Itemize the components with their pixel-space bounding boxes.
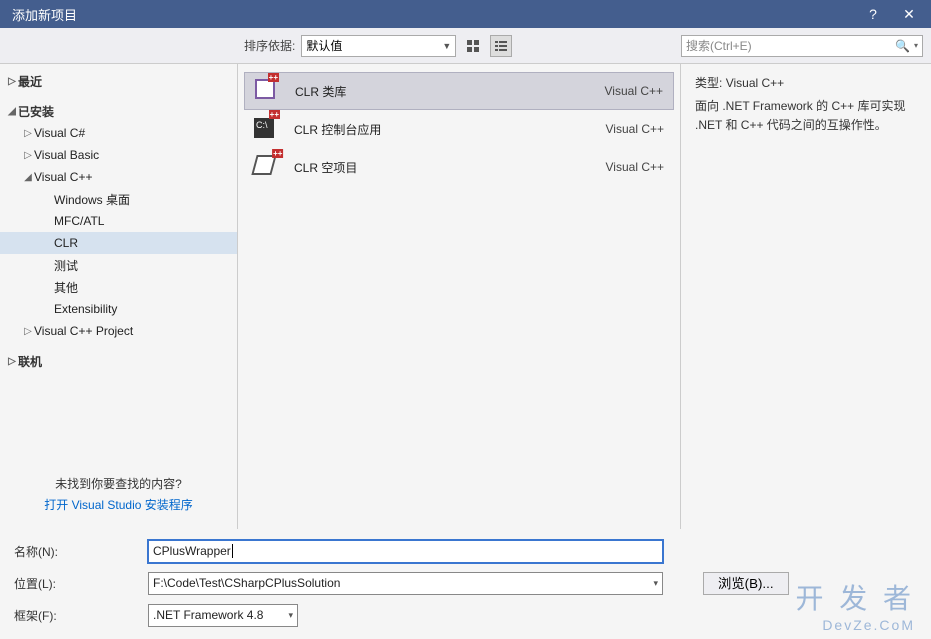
template-lang: Visual C++ — [606, 160, 664, 174]
type-value: Visual C++ — [726, 76, 784, 90]
main-area: ▷最近 ◢已安装 ▷Visual C# ▷Visual Basic ◢Visua… — [0, 64, 931, 529]
location-row: 位置(L): F:\Code\Test\CSharpCPlusSolution … — [14, 569, 919, 597]
name-value: CPlusWrapper — [153, 544, 231, 558]
details-description: 面向 .NET Framework 的 C++ 库可实现 .NET 和 C++ … — [695, 97, 917, 135]
tree-recent[interactable]: ▷最近 — [0, 70, 237, 92]
tree-installed[interactable]: ◢已安装 — [0, 100, 237, 122]
grid-icon — [466, 39, 480, 53]
toolbar-mid: 排序依据: 默认值 ▼ — [238, 35, 681, 57]
tree-label: 已安装 — [18, 103, 54, 120]
tree-test[interactable]: 测试 — [0, 254, 237, 276]
sort-select[interactable]: 默认值 ▼ — [301, 35, 456, 57]
tree-vcpp-project[interactable]: ▷Visual C++ Project — [0, 320, 237, 342]
window-title: 添加新项目 — [12, 5, 855, 24]
tree-label: Visual C# — [34, 126, 85, 140]
location-input[interactable]: F:\Code\Test\CSharpCPlusSolution ▾ — [148, 572, 663, 595]
text-cursor — [232, 544, 233, 558]
tree-label: 其他 — [54, 279, 78, 296]
console-icon: C:\ — [254, 117, 278, 141]
close-button[interactable]: ✕ — [891, 0, 927, 28]
sidebar: ▷最近 ◢已安装 ▷Visual C# ▷Visual Basic ◢Visua… — [0, 64, 238, 529]
chevron-down-icon: ▾ — [653, 578, 658, 589]
tree-label: Extensibility — [54, 302, 117, 316]
not-found-text: 未找到你要查找的内容? — [12, 475, 225, 492]
name-row: 名称(N): CPlusWrapper — [14, 537, 919, 565]
chevron-down-icon: ▾ — [288, 610, 293, 621]
template-clr-console[interactable]: C:\ CLR 控制台应用 Visual C++ — [244, 110, 674, 148]
toolbar-right: 搜索(Ctrl+E) 🔍 ▾ — [681, 35, 931, 57]
tree-vcpp[interactable]: ◢Visual C++ — [0, 166, 237, 188]
name-label: 名称(N): — [14, 543, 148, 560]
tree-windows-desktop[interactable]: Windows 桌面 — [0, 188, 237, 210]
tree-label: Visual Basic — [34, 148, 99, 162]
chevron-right-icon: ▷ — [6, 76, 18, 87]
template-name: CLR 控制台应用 — [294, 121, 590, 138]
sort-value: 默认值 — [306, 37, 342, 54]
template-lang: Visual C++ — [606, 122, 664, 136]
tree-extensibility[interactable]: Extensibility — [0, 298, 237, 320]
template-lang: Visual C++ — [605, 84, 663, 98]
tree-label: 最近 — [18, 73, 42, 90]
browse-button[interactable]: 浏览(B)... — [703, 572, 789, 595]
framework-value: .NET Framework 4.8 — [153, 608, 263, 622]
search-input[interactable]: 搜索(Ctrl+E) 🔍 ▾ — [681, 35, 923, 57]
chevron-right-icon: ▷ — [22, 326, 34, 337]
framework-select[interactable]: .NET Framework 4.8 ▾ — [148, 604, 298, 627]
template-clr-classlib[interactable]: CLR 类库 Visual C++ — [244, 72, 674, 110]
template-clr-empty[interactable]: CLR 空项目 Visual C++ — [244, 148, 674, 186]
tree-label: Windows 桌面 — [54, 191, 130, 208]
tree-label: Visual C++ — [34, 170, 92, 184]
view-large-icons-button[interactable] — [462, 35, 484, 57]
tree-label: 联机 — [18, 353, 42, 370]
chevron-down-icon: ◢ — [22, 172, 34, 183]
tree-label: 测试 — [54, 257, 78, 274]
bottom-form: 名称(N): CPlusWrapper 位置(L): F:\Code\Test\… — [0, 529, 931, 629]
framework-label: 框架(F): — [14, 607, 148, 624]
chevron-right-icon: ▷ — [22, 150, 34, 161]
name-input[interactable]: CPlusWrapper — [148, 540, 663, 563]
tree-label: Visual C++ Project — [34, 324, 133, 338]
tree-vb[interactable]: ▷Visual Basic — [0, 144, 237, 166]
details-panel: 类型: Visual C++ 面向 .NET Framework 的 C++ 库… — [681, 64, 931, 529]
template-list: CLR 类库 Visual C++ C:\ CLR 控制台应用 Visual C… — [238, 64, 681, 529]
type-label: 类型: — [695, 76, 722, 90]
list-icon — [494, 39, 508, 53]
category-tree: ▷最近 ◢已安装 ▷Visual C# ▷Visual Basic ◢Visua… — [0, 64, 237, 465]
tree-label: MFC/ATL — [54, 214, 104, 228]
toolbar: 排序依据: 默认值 ▼ 搜索(Ctrl+E) 🔍 ▾ — [0, 28, 931, 64]
tree-label: CLR — [54, 236, 78, 250]
sort-label: 排序依据: — [244, 37, 295, 54]
chevron-down-icon: ▾ — [914, 41, 918, 50]
open-installer-link[interactable]: 打开 Visual Studio 安装程序 — [12, 496, 225, 513]
location-value: F:\Code\Test\CSharpCPlusSolution — [153, 576, 340, 590]
chevron-down-icon: ◢ — [6, 106, 18, 117]
tree-csharp[interactable]: ▷Visual C# — [0, 122, 237, 144]
classlib-icon — [255, 79, 279, 103]
template-name: CLR 类库 — [295, 83, 589, 100]
location-label: 位置(L): — [14, 575, 148, 592]
tree-other[interactable]: 其他 — [0, 276, 237, 298]
chevron-down-icon: ▼ — [442, 41, 451, 51]
content-area: CLR 类库 Visual C++ C:\ CLR 控制台应用 Visual C… — [238, 64, 931, 529]
title-bar: 添加新项目 ? ✕ — [0, 0, 931, 28]
tree-online[interactable]: ▷联机 — [0, 350, 237, 372]
framework-row: 框架(F): .NET Framework 4.8 ▾ — [14, 601, 919, 629]
chevron-right-icon: ▷ — [6, 356, 18, 367]
search-placeholder: 搜索(Ctrl+E) — [686, 37, 895, 54]
template-name: CLR 空项目 — [294, 159, 590, 176]
empty-project-icon — [254, 155, 278, 179]
view-list-button[interactable] — [490, 35, 512, 57]
details-type-row: 类型: Visual C++ — [695, 74, 917, 93]
chevron-right-icon: ▷ — [22, 128, 34, 139]
tree-mfc-atl[interactable]: MFC/ATL — [0, 210, 237, 232]
sidebar-footer: 未找到你要查找的内容? 打开 Visual Studio 安装程序 — [0, 465, 237, 529]
tree-clr[interactable]: CLR — [0, 232, 237, 254]
help-button[interactable]: ? — [855, 0, 891, 28]
search-icon: 🔍 — [895, 39, 910, 53]
